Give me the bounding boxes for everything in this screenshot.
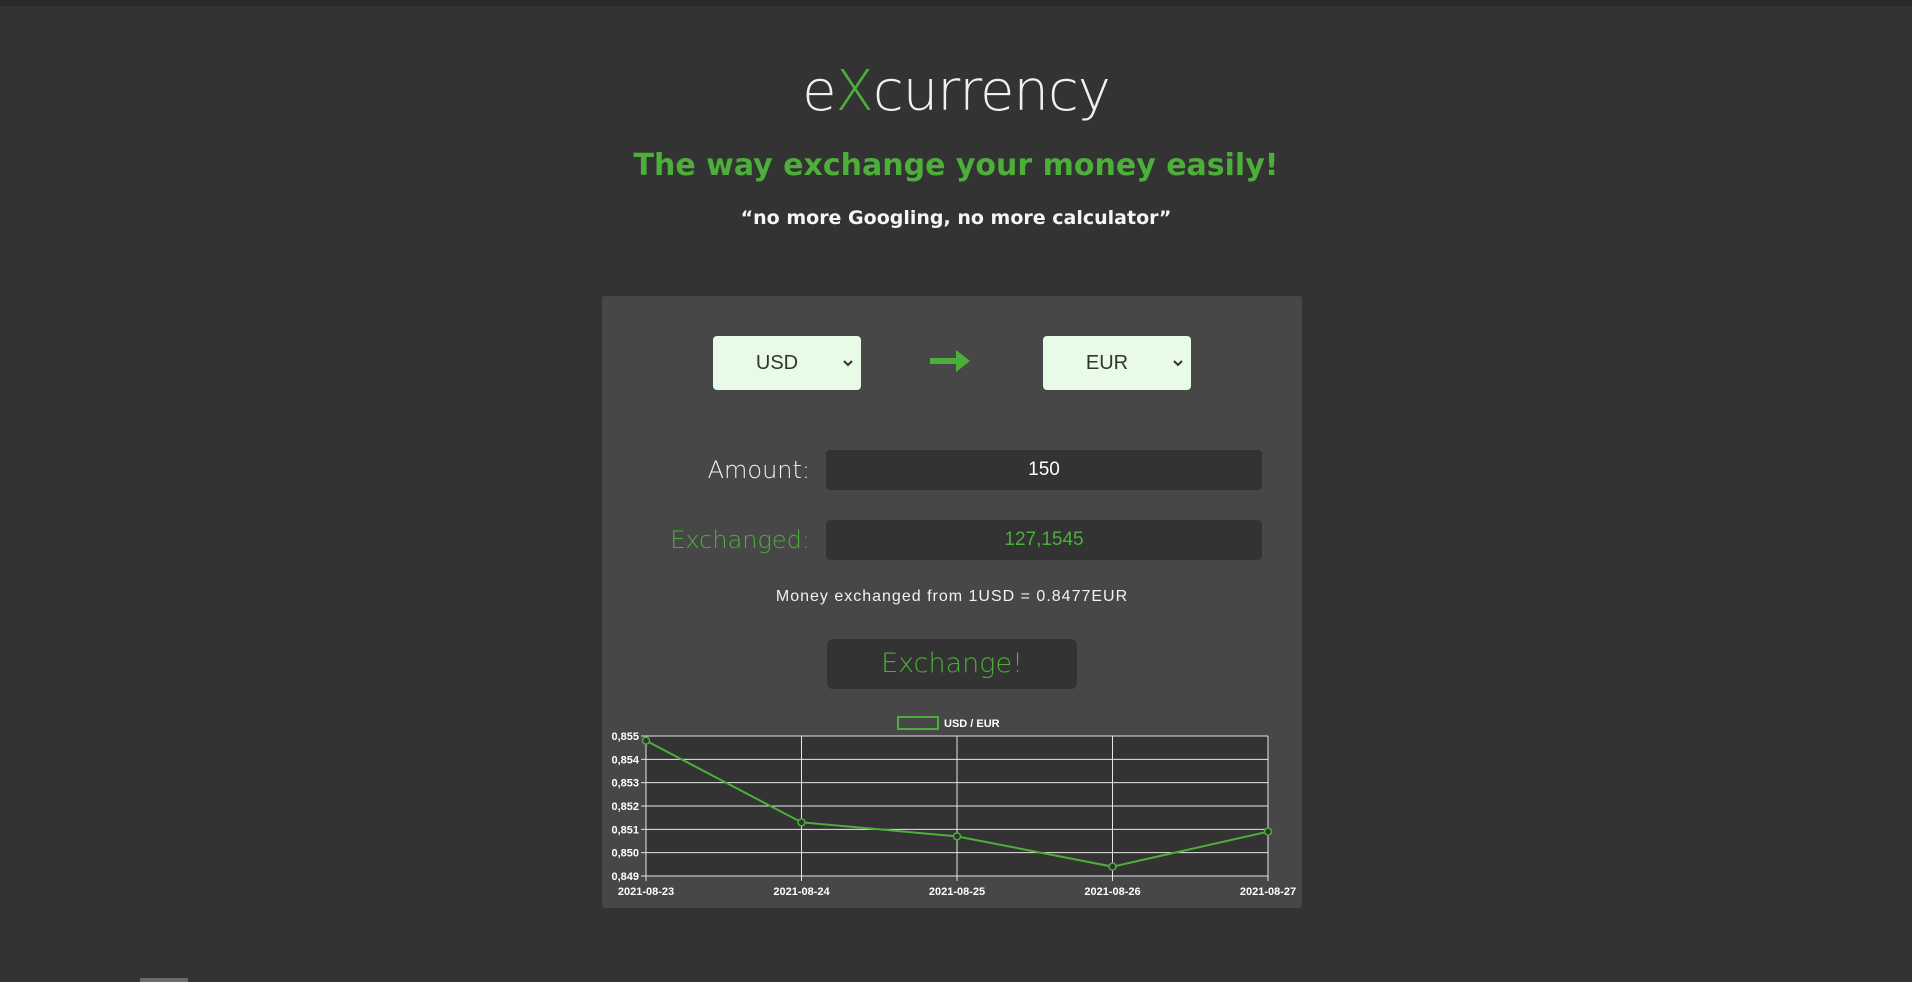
amount-label: Amount: xyxy=(707,456,810,484)
chart-data-point xyxy=(1108,862,1117,871)
from-currency-value: USD xyxy=(755,352,799,374)
chevron-down-icon xyxy=(1173,360,1183,367)
logo-x: X xyxy=(835,59,874,124)
exchanged-label: Exchanged: xyxy=(670,526,810,554)
chart-y-tick-label: 0,855 xyxy=(611,731,639,743)
chart-x-tick-label: 2021-08-26 xyxy=(1084,886,1140,898)
chart-x-tick-label: 2021-08-23 xyxy=(618,886,674,898)
chart-y-tick-label: 0,853 xyxy=(611,778,639,790)
chart-data-point xyxy=(1263,827,1273,836)
exchanged-output: 127,1545 xyxy=(826,520,1262,560)
chevron-down-icon xyxy=(843,360,853,367)
exchange-button[interactable]: Exchange! xyxy=(827,639,1077,689)
logo-suffix: currency xyxy=(872,59,1111,124)
converter-card: USD EUR Amount: 150 Exchanged: 127,1545 … xyxy=(602,296,1302,908)
logo-prefix: e xyxy=(802,59,836,124)
page: eXcurrency The way exchange your money e… xyxy=(0,0,1912,982)
amount-input[interactable]: 150 xyxy=(826,450,1262,490)
to-currency-select[interactable]: EUR xyxy=(1043,336,1191,390)
chart-legend-swatch xyxy=(897,716,939,730)
chart-y-tick-label: 0,854 xyxy=(611,754,639,766)
arrow-right-icon xyxy=(930,350,970,372)
tagline: The way exchange your money easily! xyxy=(633,148,1279,183)
logo: eXcurrency xyxy=(0,56,1912,128)
rate-text: Money exchanged from 1USD = 0.8477EUR xyxy=(775,588,1129,605)
chart-x-tick-label: 2021-08-25 xyxy=(929,886,985,898)
chart-y-tick-label: 0,849 xyxy=(611,871,639,883)
chart-y-tick-label: 0,851 xyxy=(611,824,639,836)
chart-y-tick-label: 0,852 xyxy=(611,801,639,813)
chart-data-point xyxy=(797,818,806,827)
from-currency-select[interactable]: USD xyxy=(713,336,861,390)
bottom-scroll-indicator xyxy=(140,978,188,982)
chart-y-tick-label: 0,850 xyxy=(611,848,639,860)
chart-x-tick-label: 2021-08-27 xyxy=(1240,886,1296,898)
to-currency-value: EUR xyxy=(1085,352,1129,374)
quote: “no more Googling, no more calculator” xyxy=(740,207,1172,229)
chart-data-point xyxy=(641,736,651,745)
chart-x-tick-label: 2021-08-24 xyxy=(773,886,830,898)
chart-data-point xyxy=(952,832,962,841)
chart-legend-label: USD / EUR xyxy=(944,718,1000,730)
rate-chart: 0,855 0,854 0,853 0,852 0,851 0,850 0,849 2021-… xyxy=(611,716,1296,898)
